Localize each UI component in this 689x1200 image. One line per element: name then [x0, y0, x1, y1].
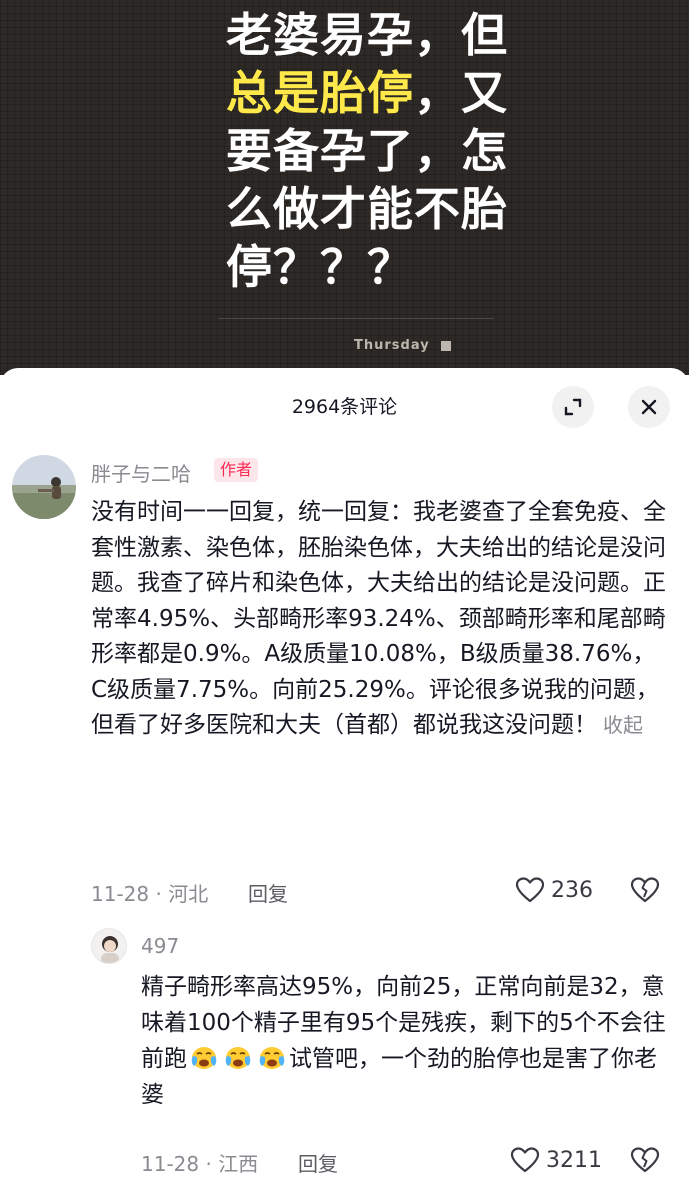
crying-emoji-group	[187, 1046, 289, 1072]
heart-icon	[515, 877, 545, 903]
caption-line-4: 么做才能不胎	[226, 182, 508, 236]
reply-reply-button[interactable]: 回复	[298, 1148, 338, 1177]
author-badge: 作者	[214, 458, 259, 482]
caption-line-2: 总是胎停，又	[226, 66, 508, 120]
video-brand: Thursday	[354, 338, 430, 353]
video-caption: 老婆易孕，但 总是胎停，又 要备孕了，怎 么做才能不胎 停？？？	[226, 6, 508, 296]
close-button[interactable]	[628, 386, 670, 428]
reply-text: 精子畸形率高达95%，向前25，正常向前是32，意味着100个精子里有95个是残…	[141, 974, 666, 1108]
comment-reply-button[interactable]: 回复	[248, 878, 288, 907]
reply-meta: 11-28 · 江西	[141, 1152, 259, 1176]
broken-heart-icon	[630, 1147, 660, 1173]
comment-dislike-button[interactable]	[630, 876, 660, 908]
reply-avatar[interactable]	[91, 928, 127, 964]
caption-line-1: 老婆易孕，但	[226, 8, 508, 62]
reply-dislike-button[interactable]	[630, 1146, 660, 1178]
caption-highlight: 总是胎停	[226, 66, 414, 120]
reply-like-count: 3211	[546, 1147, 602, 1173]
crying-emoji-icon	[191, 1047, 217, 1069]
heart-icon	[510, 1147, 540, 1173]
comment-meta: 11-28 · 河北	[91, 882, 209, 906]
collapse-link[interactable]: 收起	[603, 713, 643, 737]
avatar-image	[12, 455, 76, 519]
crying-emoji-icon	[225, 1047, 251, 1069]
brand-square-icon	[441, 341, 451, 351]
broken-heart-icon	[630, 877, 660, 903]
expand-button[interactable]	[552, 386, 594, 428]
expand-icon	[564, 398, 582, 416]
comment-like-count: 236	[551, 877, 593, 903]
reply-username[interactable]: 497	[141, 934, 179, 958]
crying-emoji-icon	[259, 1047, 285, 1069]
reply-like-button[interactable]: 3211	[510, 1146, 602, 1174]
caption-divider	[218, 318, 494, 319]
comment-username[interactable]: 胖子与二哈	[91, 458, 191, 487]
video-preview[interactable]: 老婆易孕，但 总是胎停，又 要备孕了，怎 么做才能不胎 停？？？ Thursda…	[0, 0, 689, 375]
avatar[interactable]	[12, 455, 76, 519]
comment-like-button[interactable]: 236	[515, 876, 593, 904]
close-icon	[641, 399, 657, 415]
caption-line-3: 要备孕了，怎	[226, 124, 508, 178]
comment-text: 没有时间一一回复，统一回复：我老婆查了全套免疫、全套性激素、染色体，胚胎染色体，…	[91, 499, 666, 738]
caption-line-5: 停？？？	[226, 240, 414, 294]
